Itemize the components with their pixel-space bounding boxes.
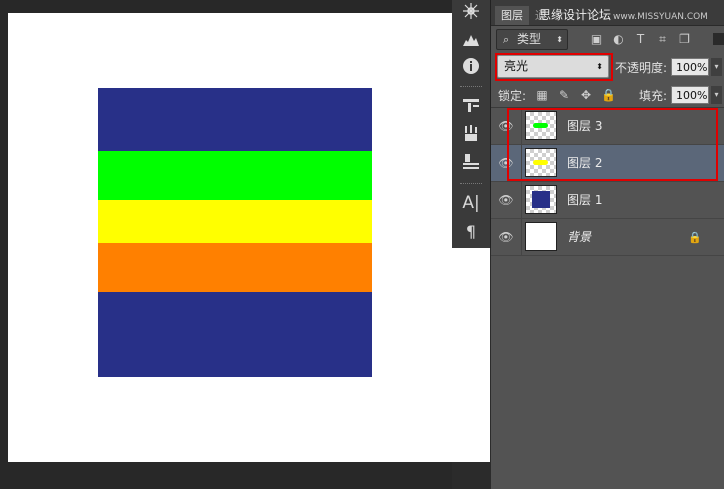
- watermark-url: www.MISSYUAN.COM: [613, 12, 708, 22]
- filter-shape-icon[interactable]: ⌗: [656, 33, 669, 46]
- layers-panel: 图层 通 思缘设计论坛 www.MISSYUAN.COM ⌕ 类型 ⬍ ▣ ◐ T…: [491, 0, 724, 489]
- lock-icon: 🔒: [688, 231, 702, 244]
- layer-row-background[interactable]: 👁 背景 🔒: [491, 219, 724, 256]
- navigator-icon[interactable]: [460, 0, 482, 22]
- blend-row: 亮光 ⬍ 不透明度: 100% ▾: [491, 53, 724, 81]
- lock-label: 锁定:: [498, 89, 527, 103]
- panel-tab-bar: 图层 通 思缘设计论坛 www.MISSYUAN.COM: [491, 0, 724, 26]
- panel-grip[interactable]: [460, 86, 482, 90]
- opacity-dropdown-icon[interactable]: ▾: [711, 58, 722, 76]
- filter-type-select[interactable]: ⌕ 类型 ⬍: [496, 29, 568, 50]
- search-icon: ⌕: [503, 33, 510, 46]
- lock-row: 锁定: ▦ ✎ ✥ 🔒 填充: 100% ▾: [491, 83, 724, 108]
- fill-field[interactable]: 100%: [671, 86, 709, 104]
- layers-highlight: [507, 108, 718, 181]
- brush-settings-icon[interactable]: [460, 94, 482, 116]
- histogram-icon[interactable]: [460, 28, 482, 50]
- filter-text-icon[interactable]: T: [634, 33, 647, 46]
- chevron-down-icon: ⬍: [556, 35, 563, 44]
- filter-adjustment-icon[interactable]: ◐: [612, 33, 625, 46]
- info-icon[interactable]: [460, 55, 482, 77]
- stripe-orange: [98, 243, 372, 292]
- lock-image-pixels-icon[interactable]: ✎: [557, 88, 571, 102]
- fill-dropdown-icon[interactable]: ▾: [711, 86, 722, 104]
- filter-type-label: 类型: [517, 32, 542, 46]
- opacity-field[interactable]: 100%: [671, 58, 709, 76]
- layer-name[interactable]: 背景: [567, 219, 591, 255]
- fill-label: 填充:: [639, 89, 668, 103]
- clone-source-icon[interactable]: [460, 150, 482, 172]
- layer-thumbnail: [525, 222, 557, 251]
- paragraph-icon[interactable]: ¶: [460, 220, 482, 242]
- stripe-green: [98, 151, 372, 200]
- filter-row: ⌕ 类型 ⬍ ▣ ◐ T ⌗ ❐: [491, 26, 724, 52]
- opacity-label: 不透明度:: [615, 61, 668, 75]
- watermark-text: 思缘设计论坛: [539, 8, 612, 22]
- filter-toggle[interactable]: [713, 33, 724, 45]
- layer-row-1[interactable]: 👁 图层 1: [491, 182, 724, 219]
- blend-mode-highlight: [495, 53, 613, 81]
- stripe-blue-top: [98, 88, 372, 151]
- visibility-eye-icon[interactable]: 👁: [491, 182, 522, 218]
- lock-transparent-pixels-icon[interactable]: ▦: [535, 88, 549, 102]
- tab-layers[interactable]: 图层: [495, 6, 529, 25]
- side-panel-dock: A| ¶: [452, 0, 491, 248]
- watermark: 思缘设计论坛 www.MISSYUAN.COM: [539, 6, 708, 27]
- lock-all-icon[interactable]: 🔒: [601, 88, 616, 102]
- layer-name[interactable]: 图层 1: [567, 182, 602, 218]
- filter-smart-object-icon[interactable]: ❐: [678, 33, 691, 46]
- tool-presets-icon[interactable]: [460, 122, 482, 144]
- lock-position-icon[interactable]: ✥: [579, 88, 593, 102]
- layer-thumbnail: [525, 185, 557, 214]
- character-icon[interactable]: A|: [460, 192, 482, 214]
- canvas-area[interactable]: [0, 0, 490, 489]
- stripe-blue-bottom: [98, 292, 372, 377]
- visibility-eye-icon[interactable]: 👁: [491, 219, 522, 255]
- stripe-yellow: [98, 200, 372, 243]
- filter-image-icon[interactable]: ▣: [590, 33, 603, 46]
- thumbnail-mark: [532, 191, 550, 208]
- panel-grip-2[interactable]: [460, 183, 482, 187]
